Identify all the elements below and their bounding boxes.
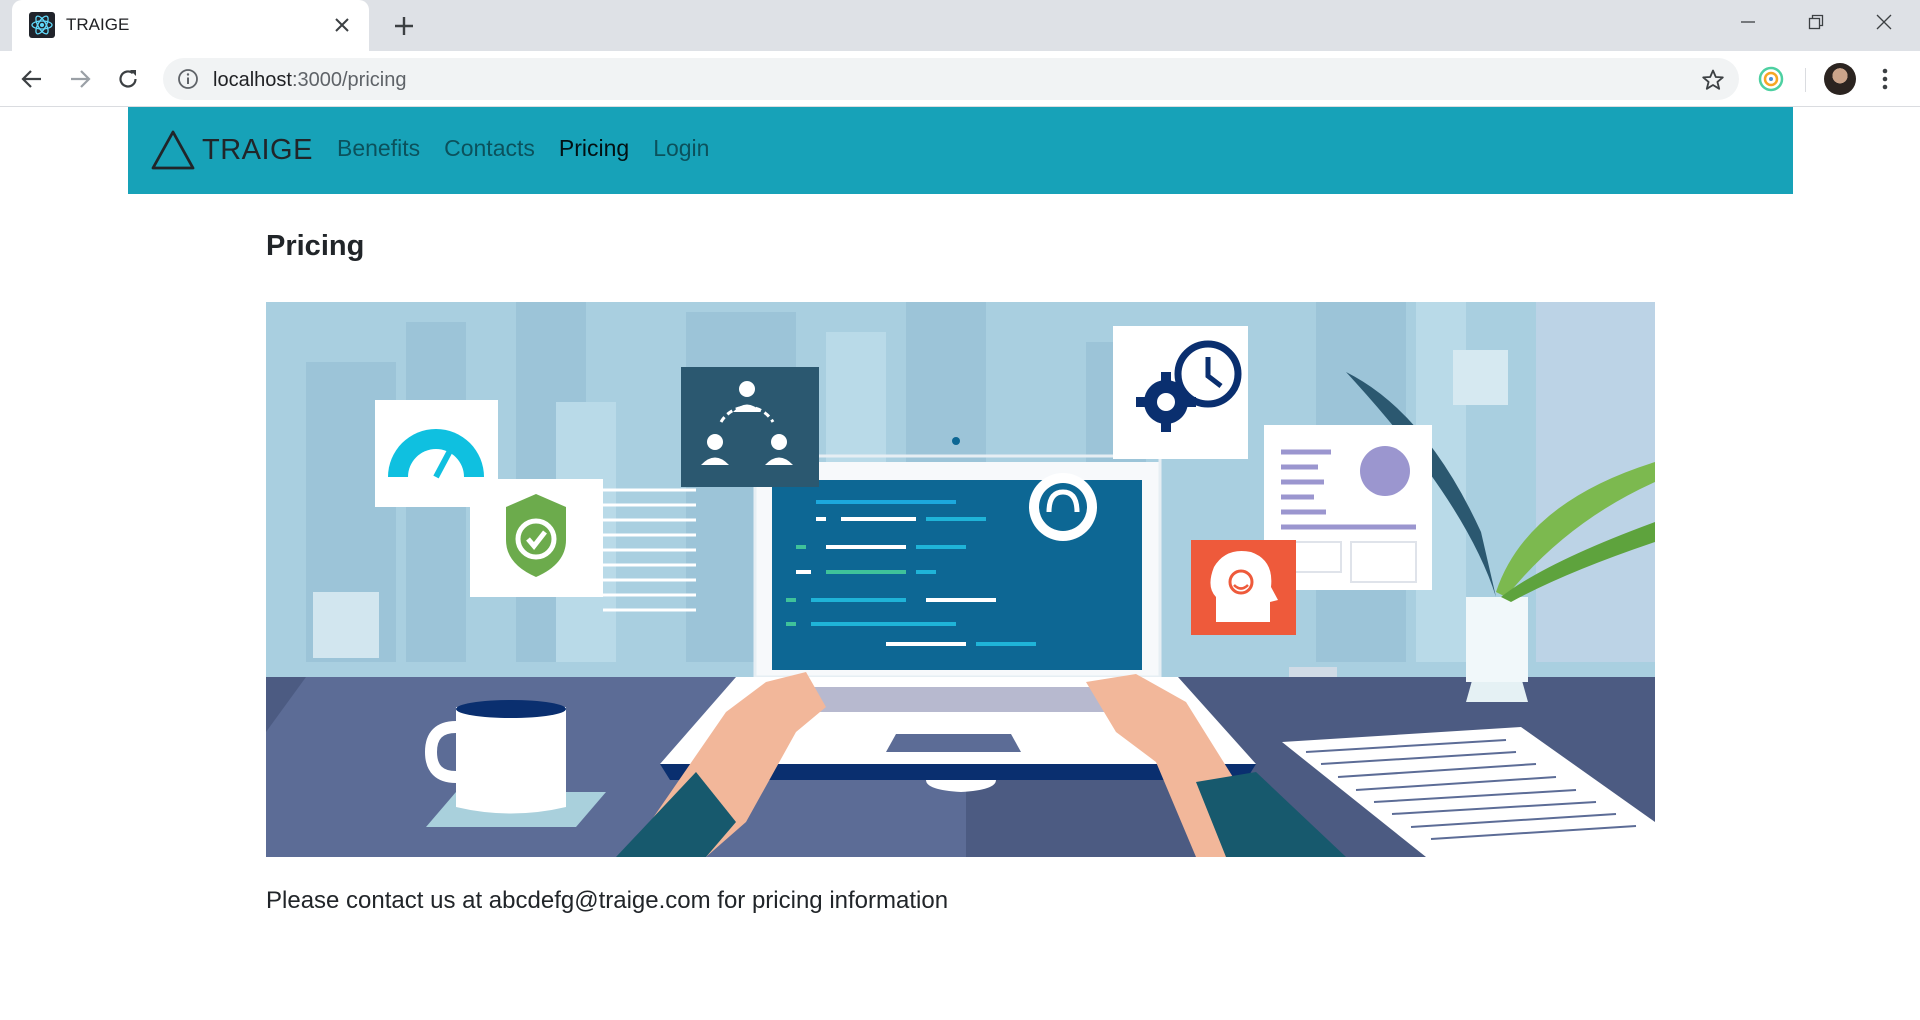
star-icon[interactable] — [1701, 68, 1725, 92]
toolbar-separator — [1805, 68, 1806, 92]
url-text: localhost:3000/pricing — [213, 69, 406, 92]
avatar[interactable] — [1824, 63, 1856, 95]
nav-link-contacts[interactable]: Contacts — [444, 135, 535, 162]
triangle-logo — [151, 130, 195, 170]
close-icon[interactable] — [329, 12, 355, 38]
brand-text: TRAIGE — [202, 133, 313, 166]
back-icon[interactable] — [15, 62, 49, 96]
contact-info-text: Please contact us at abcdefg@traige.com … — [266, 887, 949, 914]
restore-icon[interactable] — [1782, 0, 1850, 43]
browser-tabstrip: TRAIGE — [0, 0, 1920, 51]
window-close-icon[interactable] — [1850, 0, 1918, 43]
forward-icon[interactable] — [63, 62, 97, 96]
reload-icon[interactable] — [111, 62, 145, 96]
plus-icon[interactable] — [389, 11, 419, 41]
tab-title: TRAIGE — [66, 15, 130, 34]
browser-toolbar: localhost:3000/pricing — [0, 51, 1920, 107]
brand[interactable]: TRAIGE — [150, 129, 313, 171]
menu-icon[interactable] — [1872, 66, 1898, 92]
info-icon[interactable] — [177, 68, 199, 90]
react-icon — [29, 12, 55, 38]
page-title: Pricing — [266, 230, 365, 262]
nav-links: Benefits Contacts Pricing Login — [337, 135, 733, 162]
nav-link-pricing[interactable]: Pricing — [559, 135, 629, 162]
nav-link-login[interactable]: Login — [653, 135, 709, 162]
nav-link-benefits[interactable]: Benefits — [337, 135, 420, 162]
url-path: :3000/pricing — [291, 69, 407, 91]
hero-illustration — [266, 302, 1655, 857]
url-host: localhost — [213, 69, 292, 91]
page-content: TRAIGE Benefits Contacts Pricing Login P… — [0, 107, 1920, 1020]
app-navbar: TRAIGE Benefits Contacts Pricing Login — [128, 107, 1793, 194]
browser-tab[interactable]: TRAIGE — [12, 0, 369, 51]
minimize-icon[interactable] — [1714, 0, 1782, 43]
extension-icon[interactable] — [1758, 66, 1784, 92]
address-bar[interactable]: localhost:3000/pricing — [163, 58, 1739, 100]
